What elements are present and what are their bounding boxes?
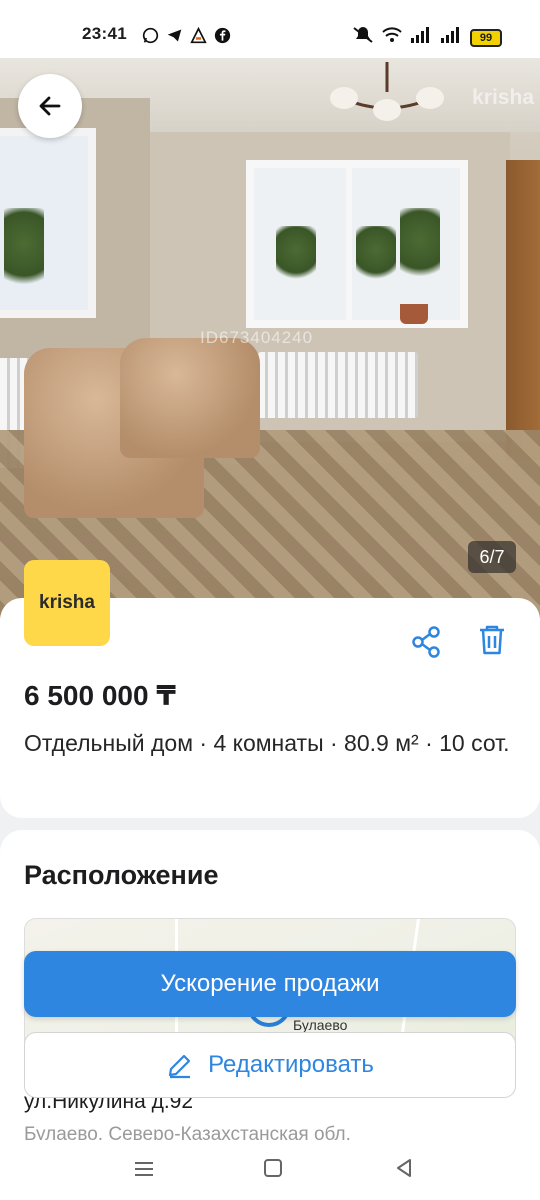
status-app-icons xyxy=(142,26,231,44)
system-nav-bar xyxy=(0,1140,540,1200)
map-city-label: Булаево xyxy=(293,1017,348,1033)
photo-watermark: krisha xyxy=(472,86,534,109)
delete-button[interactable] xyxy=(472,620,512,660)
location-title: Расположение xyxy=(24,860,219,890)
listing-price: 6 500 000 ₸ xyxy=(24,680,176,711)
plant-decoration xyxy=(356,226,396,286)
plant-decoration xyxy=(400,208,440,288)
listing-description: Отдельный дом · 4 комнаты · 80.9 м² · 10… xyxy=(24,730,510,756)
edit-button[interactable]: Редактировать xyxy=(24,1032,516,1098)
alert-app-icon xyxy=(190,26,207,44)
pot-decoration xyxy=(400,304,428,324)
cabinet xyxy=(506,160,540,460)
signal-icon xyxy=(440,26,462,49)
signal-icon xyxy=(410,26,432,49)
plant-decoration xyxy=(276,226,316,286)
facebook-icon xyxy=(214,27,231,44)
mute-icon xyxy=(352,26,374,49)
boost-sale-button[interactable]: Ускорение продажи xyxy=(24,951,516,1017)
menu-icon[interactable] xyxy=(132,1157,156,1181)
share-button[interactable] xyxy=(406,622,446,662)
wifi-icon xyxy=(382,26,402,49)
status-bar: 23:41 99 xyxy=(0,0,540,58)
radiator xyxy=(258,352,418,418)
back-triangle-icon[interactable] xyxy=(392,1156,416,1180)
status-right-icons: 99 xyxy=(352,26,502,49)
boost-sale-label: Ускорение продажи xyxy=(160,970,380,997)
edit-label: Редактировать xyxy=(208,1051,374,1078)
whatsapp-icon xyxy=(142,27,159,44)
battery-icon: 99 xyxy=(470,28,502,47)
chandelier xyxy=(330,62,444,121)
listing-photo[interactable]: krisha ID673404240 xyxy=(0,58,540,618)
home-icon[interactable] xyxy=(264,1159,282,1177)
plant-decoration xyxy=(4,208,44,298)
krisha-logo: krisha xyxy=(24,560,110,646)
back-button[interactable] xyxy=(18,74,82,138)
telegram-icon xyxy=(166,27,183,44)
pencil-icon xyxy=(168,1054,191,1079)
photo-counter: 6/7 xyxy=(468,541,516,573)
photo-id-watermark: ID673404240 xyxy=(200,328,314,347)
trash-icon xyxy=(480,625,504,655)
status-time: 23:41 xyxy=(82,24,127,43)
share-icon xyxy=(412,626,440,658)
armchair xyxy=(120,338,260,458)
arrow-left-icon xyxy=(39,96,61,116)
